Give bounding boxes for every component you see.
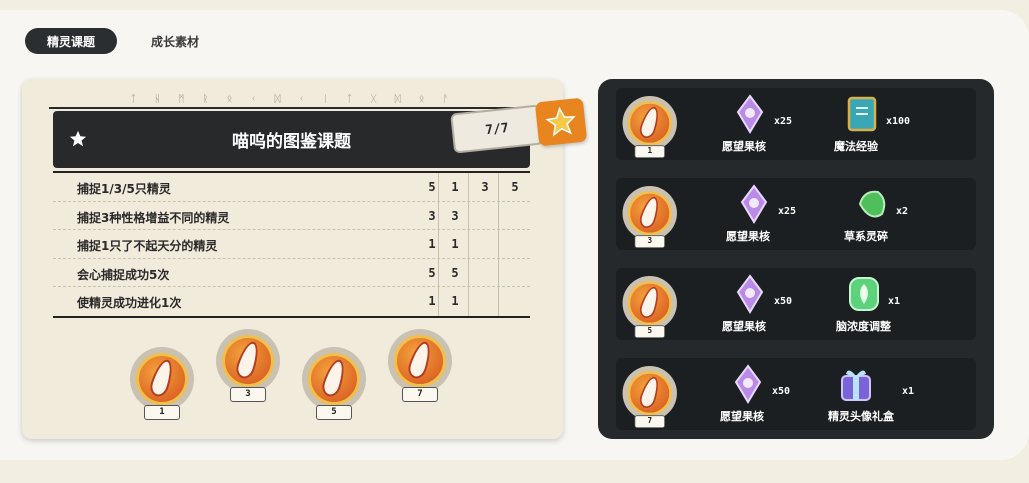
medal-number: 5 (634, 325, 666, 339)
reward-qty: x25 (774, 116, 793, 127)
wish-core-icon (734, 364, 762, 404)
medal-number: 5 (316, 405, 352, 420)
reward-qty: x25 (778, 206, 797, 217)
medal-5[interactable]: 5 (299, 347, 369, 425)
reward-name: 愿望果核 (722, 140, 766, 153)
tab-growth-materials[interactable]: 成长素材 (151, 33, 199, 50)
table-row: 捕捉1只了不起天分的精灵 1 1 (53, 230, 530, 259)
reward-name: 魔法经验 (834, 140, 878, 153)
task-label: 捕捉1只了不起天分的精灵 (77, 239, 218, 253)
task-label: 捕捉1/3/5只精灵 (77, 182, 171, 196)
reward-item[interactable]: x25 愿望果核 (726, 178, 826, 250)
medal-number: 3 (634, 235, 666, 249)
task-cell: 1 (451, 294, 459, 308)
star-badge-icon (545, 106, 576, 137)
task-table: 捕捉1/3/5只精灵 5 1 3 5 捕捉3种性格增益不同的精灵 3 3 捕捉1… (53, 171, 530, 318)
medal-1[interactable]: 1 (127, 347, 197, 425)
grass-shard-icon (858, 190, 886, 218)
reward-row: 1 x25 愿望果核 x100 魔法经验 (616, 88, 976, 160)
progress-text: 7/7 (484, 120, 510, 138)
reward-row: 7 x50 愿望果核 x1 精灵头像礼盒 (616, 358, 976, 430)
wish-core-icon (736, 274, 764, 314)
medal-3[interactable]: 3 (213, 329, 283, 407)
medal-number: 7 (402, 387, 438, 402)
reward-name: 愿望果核 (726, 230, 770, 243)
reward-panel: 1 x25 愿望果核 x100 魔法经验 3 x25 愿望果核 x2 草系灵碎 (598, 79, 994, 439)
task-cell: 5 (511, 180, 519, 194)
reward-name: 愿望果核 (720, 410, 764, 423)
task-cell: 5 (451, 265, 459, 280)
reward-medal: 7 (620, 366, 680, 432)
reward-row: 5 x50 愿望果核 x1 脑浓度调整 (616, 268, 976, 340)
medal-number: 7 (634, 415, 666, 429)
reward-medal: 5 (620, 276, 680, 342)
reward-item[interactable]: x50 愿望果核 (722, 268, 822, 340)
reward-name: 精灵头像礼盒 (828, 410, 894, 423)
wish-core-icon (740, 184, 768, 224)
wish-core-icon (736, 94, 764, 134)
reward-row: 3 x25 愿望果核 x2 草系灵碎 (616, 178, 976, 250)
task-cell: 3 (451, 208, 459, 223)
reward-item[interactable]: x25 愿望果核 (722, 88, 822, 160)
ticket-badge (534, 97, 588, 147)
gift-box-icon (841, 370, 871, 401)
table-row: 会心捕捉成功5次 5 5 (53, 259, 530, 287)
tab-spirit-tasks[interactable]: 精灵课题 (25, 28, 117, 54)
task-cell: 1 (451, 237, 459, 251)
reward-item[interactable]: x50 愿望果核 (720, 358, 820, 430)
reward-qty: x100 (886, 116, 911, 127)
reward-qty: x50 (774, 296, 793, 307)
reward-medal: 3 (620, 186, 680, 252)
table-row: 捕捉3种性格增益不同的精灵 3 3 (53, 202, 530, 230)
medal-number: 1 (144, 405, 180, 420)
reward-qty: x1 (902, 386, 915, 397)
reward-item[interactable]: x1 精灵头像礼盒 (828, 358, 928, 430)
task-label: 使精灵成功进化1次 (77, 296, 182, 310)
task-label: 会心捕捉成功5次 (77, 267, 170, 282)
reward-qty: x50 (772, 386, 791, 397)
reward-name: 脑浓度调整 (836, 320, 891, 333)
reward-qty: x1 (888, 296, 901, 307)
reward-medal: 1 (620, 96, 680, 162)
rune-decoration: ᛏ ᚺ ᛗ ᚱ ᛟ ᚲ ᛞ ᚲ ᛁ ᛏ ᚷ ᛞ ᛟ ᚨ (130, 94, 455, 105)
reward-name: 愿望果核 (722, 320, 766, 333)
magic-book-icon (847, 96, 877, 132)
reward-item[interactable]: x2 草系灵碎 (844, 178, 944, 250)
task-cell: 3 (481, 180, 489, 194)
reward-item[interactable]: x1 脑浓度调整 (836, 268, 936, 340)
task-cell: 1 (451, 180, 459, 194)
medal-7[interactable]: 7 (385, 329, 455, 407)
medal-number: 3 (230, 387, 266, 402)
leaf-crystal-icon (849, 277, 879, 311)
table-row: 捕捉1/3/5只精灵 5 1 3 5 (53, 173, 530, 202)
task-card: ᛏ ᚺ ᛗ ᚱ ᛟ ᚲ ᛞ ᚲ ᛁ ᛏ ᚷ ᛞ ᛟ ᚨ 喵呜的图鉴课题 7/7 … (22, 79, 588, 439)
table-row: 使精灵成功进化1次 1 1 (53, 287, 530, 316)
medal-number: 1 (634, 145, 666, 159)
task-label: 捕捉3种性格增益不同的精灵 (77, 210, 230, 225)
reward-item[interactable]: x100 魔法经验 (834, 88, 934, 160)
reward-qty: x2 (896, 206, 909, 217)
reward-name: 草系灵碎 (844, 230, 888, 243)
